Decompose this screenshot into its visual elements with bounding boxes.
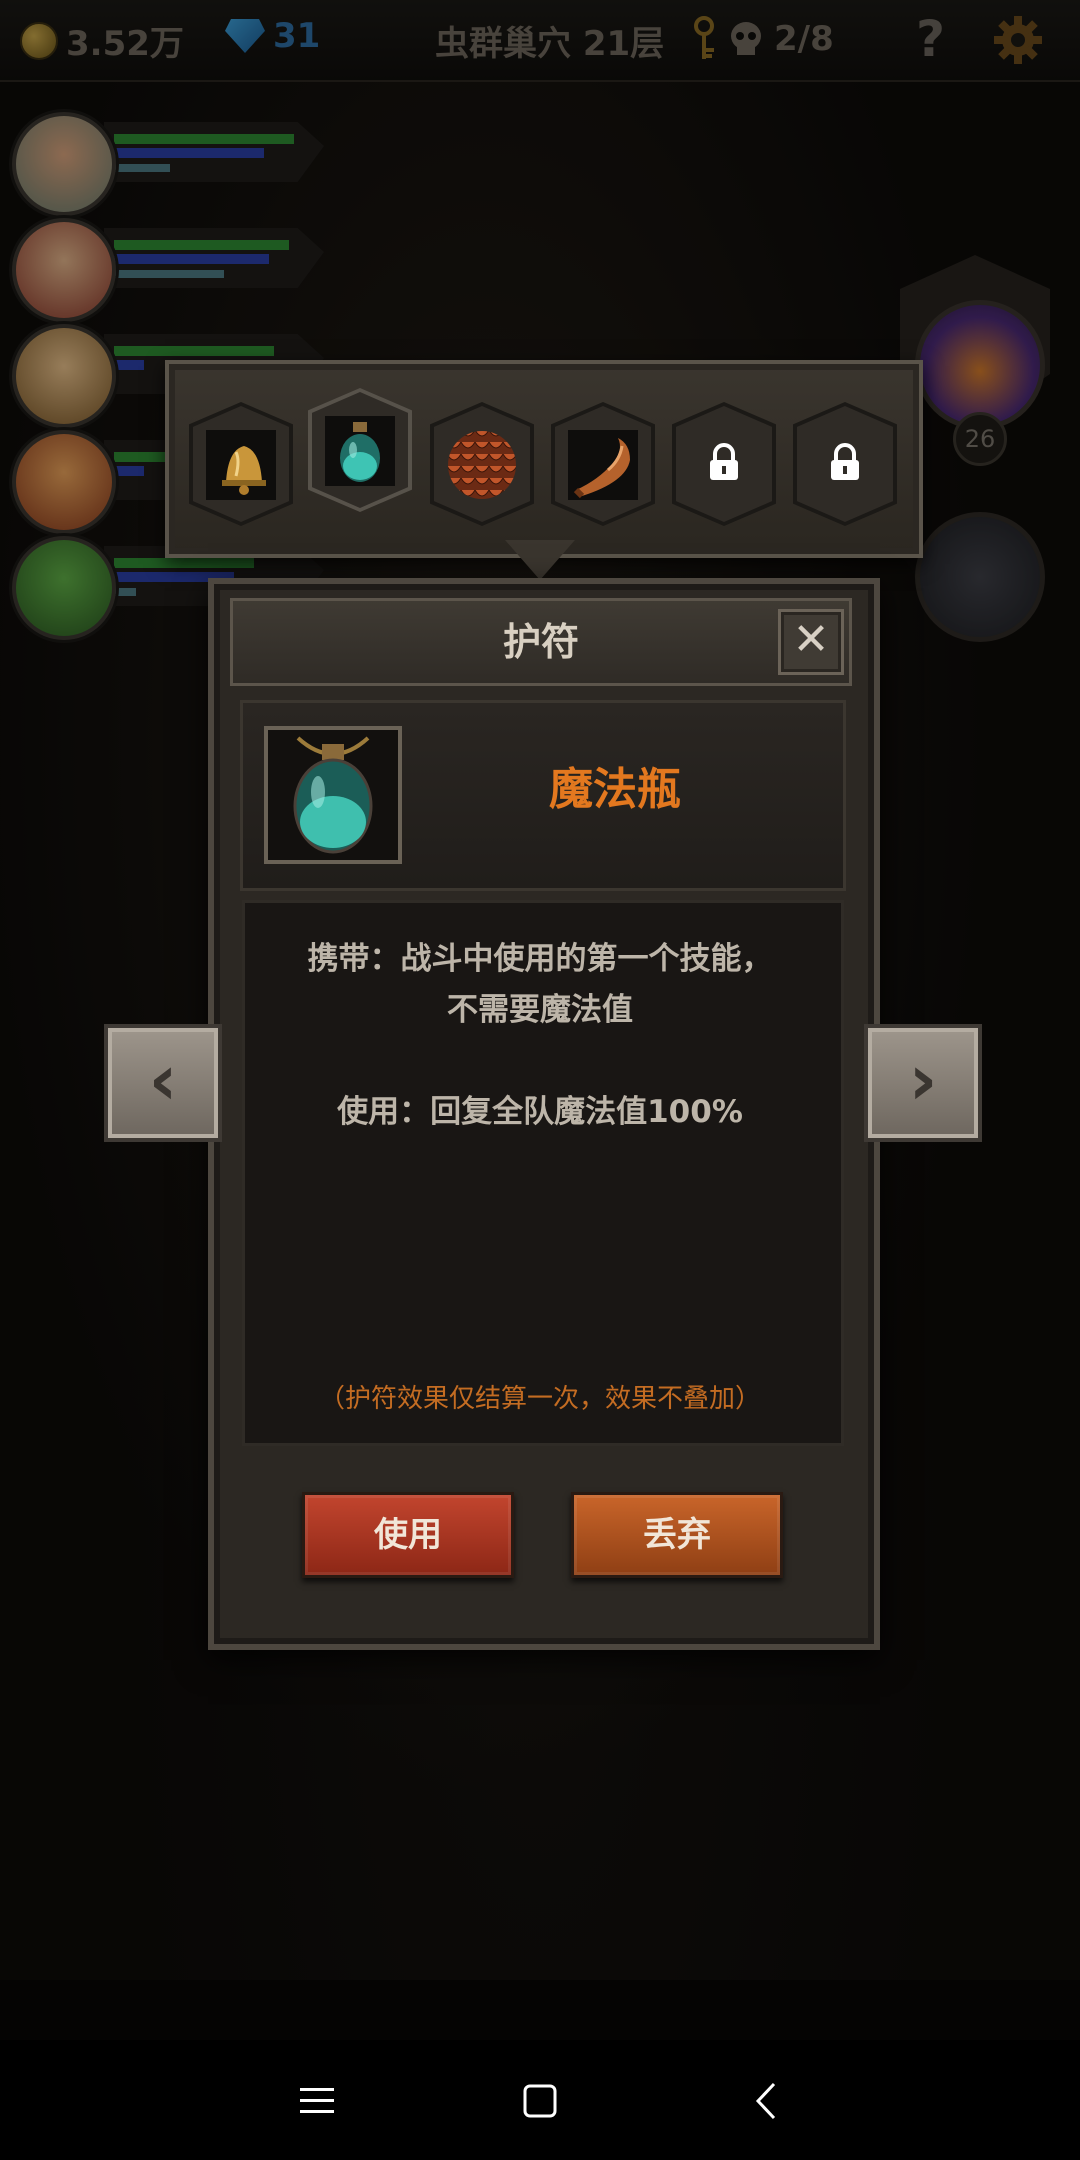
dialog-titlebar: 护符 bbox=[230, 598, 852, 686]
potion-bottle-icon bbox=[325, 416, 395, 486]
home-icon[interactable] bbox=[515, 2076, 565, 2126]
use-button[interactable]: 使用 bbox=[302, 1492, 514, 1578]
horn-icon bbox=[568, 430, 638, 500]
next-arrow-button[interactable]: › bbox=[864, 1024, 982, 1142]
description-panel bbox=[242, 900, 844, 1446]
scale-armor-icon bbox=[448, 431, 516, 499]
carry-effect-line1: 携带：战斗中使用的第一个技能， bbox=[307, 941, 773, 977]
back-icon[interactable] bbox=[742, 2076, 792, 2126]
previous-arrow-button[interactable]: ‹ bbox=[104, 1024, 222, 1142]
lock-icon bbox=[710, 443, 738, 480]
amulet-slot-1[interactable] bbox=[189, 402, 293, 526]
dialog-title: 护符 bbox=[502, 620, 579, 664]
potion-bottle-icon bbox=[264, 726, 402, 864]
item-name: 魔法瓶 bbox=[549, 764, 681, 815]
amulet-slot-6-locked bbox=[793, 402, 897, 526]
discard-button[interactable]: 丢弃 bbox=[571, 1492, 783, 1578]
amulet-slot-5-locked bbox=[672, 402, 776, 526]
use-effect-line: 使用：回复全队魔法值100% bbox=[337, 1094, 743, 1130]
close-button[interactable]: ✕ bbox=[778, 609, 844, 675]
amulet-slot-2[interactable] bbox=[308, 388, 412, 512]
bell-icon bbox=[206, 430, 276, 500]
amulet-slot-4[interactable] bbox=[551, 402, 655, 526]
menu-icon[interactable] bbox=[292, 2076, 342, 2126]
lock-icon bbox=[831, 443, 859, 480]
carry-effect-line2: 不需要魔法值 bbox=[447, 992, 633, 1028]
amulet-slot-3[interactable] bbox=[430, 402, 534, 526]
stacking-note: （护符效果仅结算一次，效果不叠加） bbox=[318, 1384, 761, 1414]
